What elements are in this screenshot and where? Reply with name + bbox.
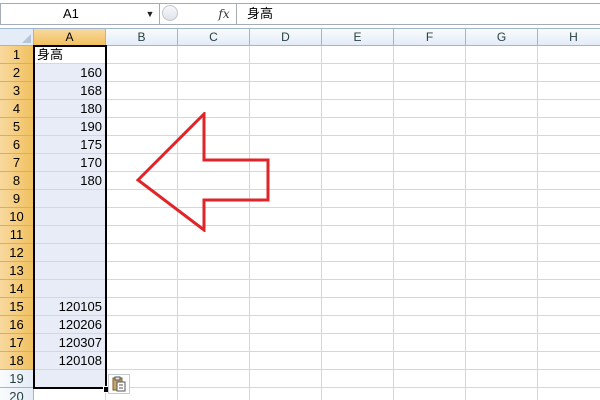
column-header-a[interactable]: A: [34, 29, 106, 46]
gridline: [34, 279, 600, 280]
left-arrow-icon: [136, 112, 270, 232]
gridline: [34, 243, 600, 244]
name-box-value: A1: [63, 6, 79, 21]
row-header-4[interactable]: 4: [0, 100, 34, 118]
row-header-17[interactable]: 17: [0, 334, 34, 352]
row-header-10[interactable]: 10: [0, 208, 34, 226]
gridline: [34, 81, 600, 82]
gridline: [34, 333, 600, 334]
select-all-icon: [22, 34, 31, 43]
formula-buttons: fx: [160, 3, 236, 25]
row-header-8[interactable]: 8: [0, 172, 34, 190]
gridline: [34, 225, 600, 226]
gridline: [34, 189, 600, 190]
row-header-16[interactable]: 16: [0, 316, 34, 334]
column-header-f[interactable]: F: [394, 29, 466, 46]
column-header-b[interactable]: B: [106, 29, 178, 46]
column-header-d[interactable]: D: [250, 29, 322, 46]
dropdown-arrow-icon[interactable]: ▼: [144, 4, 156, 24]
gridline: [34, 369, 600, 370]
row-header-7[interactable]: 7: [0, 154, 34, 172]
select-all-corner[interactable]: [0, 29, 34, 46]
gridline: [34, 63, 600, 64]
gridline: [34, 117, 600, 118]
row-header-20[interactable]: 20: [0, 388, 34, 400]
paste-options-button[interactable]: [108, 374, 130, 394]
row-header-12[interactable]: 12: [0, 244, 34, 262]
gridline: [34, 261, 600, 262]
row-header-14[interactable]: 14: [0, 280, 34, 298]
gridline: [34, 99, 600, 100]
gridline: [34, 207, 600, 208]
row-header-2[interactable]: 2: [0, 64, 34, 82]
column-header-c[interactable]: C: [178, 29, 250, 46]
row-header-9[interactable]: 9: [0, 190, 34, 208]
gridline: [34, 135, 600, 136]
gridline: [34, 351, 600, 352]
spreadsheet-grid: ABCDEFGH 1 2 3 4 5 6 7 8 9 10 11 12 13 14 15 16 17 18 19 20…: [0, 29, 600, 400]
row-header-18[interactable]: 18: [0, 352, 34, 370]
gridline: [34, 153, 600, 154]
selection-border: [33, 45, 107, 389]
row-header-11[interactable]: 11: [0, 226, 34, 244]
formula-input[interactable]: 身高: [236, 3, 600, 25]
name-box[interactable]: A1 ▼: [0, 3, 160, 25]
row-header-5[interactable]: 5: [0, 118, 34, 136]
row-header-15[interactable]: 15: [0, 298, 34, 316]
gridline: [34, 315, 600, 316]
row-header-19[interactable]: 19: [0, 370, 34, 388]
cancel-circle-icon[interactable]: [162, 5, 178, 21]
formula-bar: A1 ▼ fx 身高: [0, 0, 600, 29]
paste-clipboard-icon: [112, 376, 126, 392]
column-header-h[interactable]: H: [538, 29, 600, 46]
row-header-3[interactable]: 3: [0, 82, 34, 100]
gridline: [34, 297, 600, 298]
row-header-6[interactable]: 6: [0, 136, 34, 154]
insert-function-icon[interactable]: fx: [214, 4, 234, 24]
column-header-g[interactable]: G: [466, 29, 538, 46]
column-header-e[interactable]: E: [322, 29, 394, 46]
row-header-13[interactable]: 13: [0, 262, 34, 280]
row-header-1[interactable]: 1: [0, 46, 34, 64]
gridline: [34, 171, 600, 172]
